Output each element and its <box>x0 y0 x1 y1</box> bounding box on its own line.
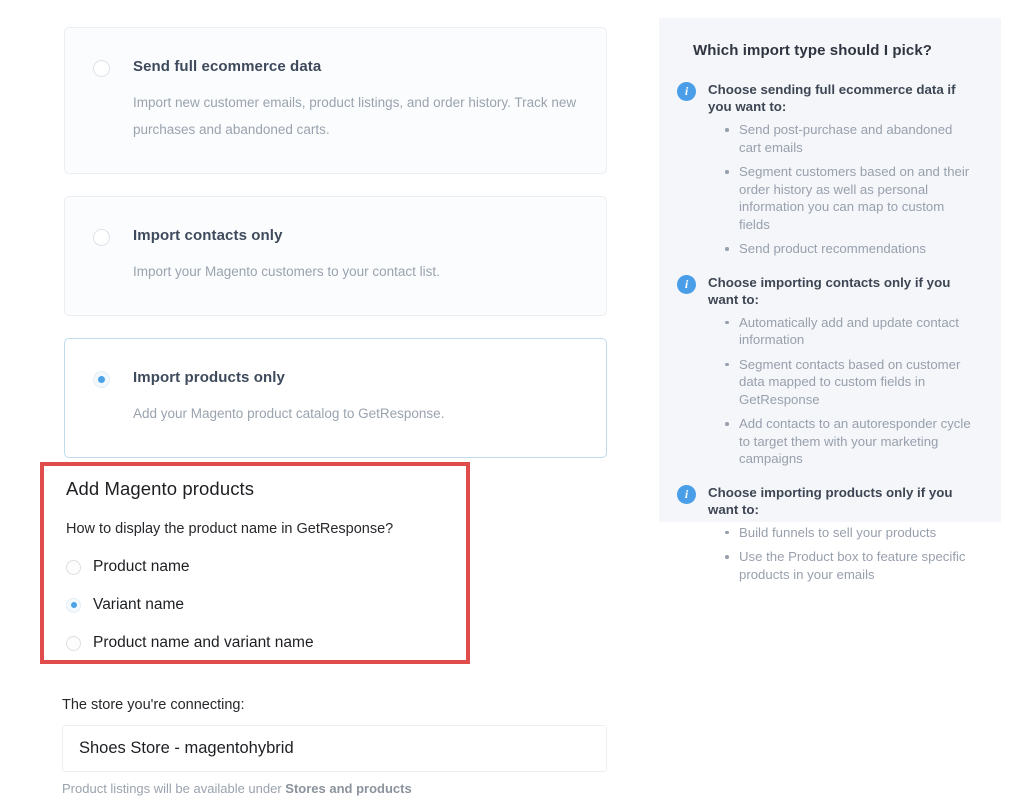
product-name-question: How to display the product name in GetRe… <box>66 521 394 537</box>
import-type-options: Send full ecommerce data Import new cust… <box>64 27 607 480</box>
option-label: Product name <box>93 558 190 575</box>
store-input[interactable]: Shoes Store - magentohybrid <box>62 725 607 772</box>
radio-product-and-variant-name[interactable] <box>66 635 81 651</box>
option-label: Product name and variant name <box>93 634 314 651</box>
info-icon: i <box>677 82 696 101</box>
list-item: Add contacts to an autoresponder cycle t… <box>725 415 975 468</box>
import-option-card-contacts[interactable]: Import contacts only Import your Magento… <box>64 196 607 316</box>
import-configuration-page: Send full ecommerce data Import new cust… <box>0 0 1024 807</box>
import-option-description: Import new customer emails, product list… <box>133 95 577 137</box>
product-name-option-product-and-variant[interactable]: Product name and variant name <box>66 624 466 662</box>
section-title: Add Magento products <box>66 478 255 499</box>
list-item: Send product recommendations <box>725 240 975 258</box>
option-label: Variant name <box>93 596 185 613</box>
help-panel: Which import type should I pick? i Choos… <box>659 18 1001 582</box>
radio-send-full-ecommerce-data[interactable] <box>93 60 110 77</box>
help-group-header: i Choose sending full ecommerce data if … <box>677 81 975 115</box>
info-icon: i <box>677 484 696 504</box>
product-name-option-product[interactable]: Product name <box>66 548 466 586</box>
import-option-title: Import contacts only <box>133 227 283 244</box>
help-group-ecommerce: i Choose sending full ecommerce data if … <box>677 81 975 258</box>
import-option-title: Send full ecommerce data <box>133 58 322 75</box>
help-group-header: i Choose importing products only if you … <box>677 484 975 518</box>
help-group-heading: Choose sending full ecommerce data if yo… <box>708 82 956 114</box>
store-label: The store you're connecting: <box>62 697 245 713</box>
connected-store-section: The store you're connecting: Shoes Store… <box>62 697 607 796</box>
product-name-option-variant[interactable]: Variant name <box>66 586 466 624</box>
import-option-description: Add your Magento product catalog to GetR… <box>133 406 445 421</box>
list-item: Use the Product box to feature specific … <box>725 548 975 583</box>
radio-import-products-only[interactable] <box>93 371 110 388</box>
store-value: Shoes Store - magentohybrid <box>79 739 294 757</box>
help-group-heading: Choose importing contacts only if you wa… <box>708 274 951 307</box>
help-group-contacts: i Choose importing contacts only if you … <box>677 274 975 468</box>
import-option-card-ecommerce[interactable]: Send full ecommerce data Import new cust… <box>64 27 607 174</box>
help-group-list: Automatically add and update contact inf… <box>725 314 975 468</box>
import-option-description: Import your Magento customers to your co… <box>133 264 440 279</box>
store-hint-prefix: Product listings will be available under <box>62 781 286 796</box>
radio-variant-name[interactable] <box>66 597 81 613</box>
import-option-card-products[interactable]: Import products only Add your Magento pr… <box>64 338 607 458</box>
help-group-products: i Choose importing products only if you … <box>677 484 975 584</box>
radio-import-contacts-only[interactable] <box>93 229 110 246</box>
list-item: Automatically add and update contact inf… <box>725 314 975 349</box>
help-group-heading: Choose importing products only if you wa… <box>708 484 953 517</box>
info-icon: i <box>677 274 696 294</box>
help-group-list: Send post-purchase and abandoned cart em… <box>725 121 975 258</box>
list-item: Segment contacts based on customer data … <box>725 356 975 409</box>
list-item: Send post-purchase and abandoned cart em… <box>725 121 975 156</box>
list-item: Build funnels to sell your products <box>725 524 975 542</box>
list-item: Segment customers based on and their ord… <box>725 163 975 233</box>
import-option-title: Import products only <box>133 369 285 386</box>
help-panel-title: Which import type should I pick? <box>693 42 933 59</box>
help-group-header: i Choose importing contacts only if you … <box>677 274 975 308</box>
help-group-list: Build funnels to sell your products Use … <box>725 524 975 584</box>
add-magento-products-section: Add Magento products How to display the … <box>40 462 470 664</box>
store-hint: Product listings will be available under… <box>62 781 607 796</box>
radio-product-name[interactable] <box>66 559 81 575</box>
store-hint-strong: Stores and products <box>285 781 412 796</box>
